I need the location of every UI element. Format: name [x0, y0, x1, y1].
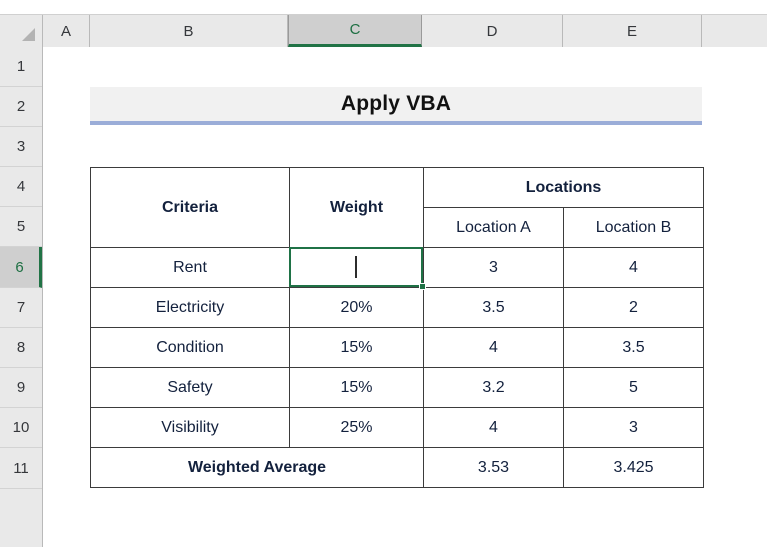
column-header-a-label: A — [60, 22, 71, 40]
column-header-e-label: E — [626, 22, 637, 40]
row-header-7[interactable]: 7 — [0, 288, 42, 328]
header-location-a[interactable]: Location A — [423, 207, 564, 248]
row-header-11[interactable]: 11 — [0, 448, 42, 489]
table-row: Safety 15% 3.2 5 — [90, 367, 704, 408]
table-row: Electricity 20% 3.5 2 — [90, 287, 704, 328]
column-header-b[interactable]: B — [90, 15, 288, 47]
row-header-4-label: 4 — [16, 178, 26, 195]
fill-handle[interactable] — [419, 283, 426, 290]
cell-location-b-visibility[interactable]: 3 — [563, 407, 704, 448]
row-header-bar: 1 2 3 4 5 6 7 8 9 10 11 — [0, 47, 43, 547]
header-weight[interactable]: Weight — [289, 167, 424, 248]
row-header-blank — [0, 489, 42, 547]
row-header-4[interactable]: 4 — [0, 167, 42, 207]
cell-weight-safety[interactable]: 15% — [289, 367, 424, 408]
page-title: Apply VBA — [340, 92, 452, 115]
row-header-8[interactable]: 8 — [0, 328, 42, 368]
row-header-9[interactable]: 9 — [0, 368, 42, 408]
column-header-a[interactable]: A — [43, 15, 90, 47]
cell-location-a-visibility[interactable]: 4 — [423, 407, 564, 448]
column-header-f[interactable] — [702, 15, 767, 47]
select-all-triangle-icon — [22, 28, 35, 41]
row-header-10-label: 10 — [12, 419, 30, 436]
header-criteria[interactable]: Criteria — [90, 167, 290, 248]
header-location-b[interactable]: Location B — [563, 207, 704, 248]
cell-location-a-rent[interactable]: 3 — [423, 247, 564, 288]
row-header-10[interactable]: 10 — [0, 408, 42, 448]
cell-weight-condition[interactable]: 15% — [289, 327, 424, 368]
data-table-container: Criteria Weight Locations Location A Loc… — [90, 167, 704, 494]
row-header-8-label: 8 — [16, 339, 26, 356]
table-row: Condition 15% 4 3.5 — [90, 327, 704, 368]
row-header-5-label: 5 — [16, 218, 26, 235]
row-header-5[interactable]: 5 — [0, 207, 42, 247]
title-banner: Apply VBA — [90, 87, 702, 125]
select-all-corner[interactable] — [0, 15, 43, 47]
table-row: Visibility 25% 4 3 — [90, 407, 704, 448]
cell-criteria-visibility[interactable]: Visibility — [90, 407, 290, 448]
cell-location-b-rent[interactable]: 4 — [563, 247, 704, 288]
cell-weighted-average-location-a[interactable]: 3.53 — [423, 447, 564, 488]
cell-criteria-safety[interactable]: Safety — [90, 367, 290, 408]
column-header-c[interactable]: C — [288, 15, 422, 47]
row-header-11-label: 11 — [13, 459, 29, 477]
cell-location-b-safety[interactable]: 5 — [563, 367, 704, 408]
cell-location-a-safety[interactable]: 3.2 — [423, 367, 564, 408]
row-header-2-label: 2 — [16, 98, 26, 115]
column-header-e[interactable]: E — [563, 15, 702, 47]
column-header-b-label: B — [183, 22, 194, 40]
cell-criteria-condition[interactable]: Condition — [90, 327, 290, 368]
column-header-d[interactable]: D — [422, 15, 563, 47]
row-header-9-label: 9 — [16, 379, 26, 396]
cell-location-b-electricity[interactable]: 2 — [563, 287, 704, 328]
cell-location-a-condition[interactable]: 4 — [423, 327, 564, 368]
row-header-7-label: 7 — [16, 299, 26, 316]
cell-location-a-electricity[interactable]: 3.5 — [423, 287, 564, 328]
cell-weighted-average-location-b[interactable]: 3.425 — [563, 447, 704, 488]
table-header-row-top: Criteria Weight Locations — [90, 167, 704, 248]
row-header-6-label: 6 — [15, 258, 24, 276]
row-header-1-label: 1 — [16, 58, 26, 75]
label-weighted-average[interactable]: Weighted Average — [90, 447, 424, 488]
selected-cell-c6[interactable] — [289, 247, 423, 287]
cell-weight-visibility[interactable]: 25% — [289, 407, 424, 448]
criteria-weighted-average-table: Criteria Weight Locations Location A Loc… — [90, 167, 704, 488]
header-locations[interactable]: Locations — [423, 167, 704, 208]
table-summary-row: Weighted Average 3.53 3.425 — [90, 447, 704, 488]
sheet-grid: Apply VBA Criteria Weight Locations Loca… — [44, 47, 767, 547]
cell-weight-electricity[interactable]: 20% — [289, 287, 424, 328]
excel-worksheet: A B C D E 1 2 3 4 5 6 7 8 9 10 11 Apply … — [0, 0, 767, 547]
cell-criteria-rent[interactable]: Rent — [90, 247, 290, 288]
row-header-3[interactable]: 3 — [0, 127, 42, 167]
text-cursor-caret — [355, 256, 357, 278]
column-header-d-label: D — [486, 22, 498, 40]
cell-criteria-electricity[interactable]: Electricity — [90, 287, 290, 328]
row-header-2[interactable]: 2 — [0, 87, 42, 127]
column-header-bar: A B C D E — [0, 14, 767, 47]
row-header-6[interactable]: 6 — [0, 247, 42, 288]
cell-location-b-condition[interactable]: 3.5 — [563, 327, 704, 368]
row-header-1[interactable]: 1 — [0, 47, 42, 87]
column-header-c-label: C — [349, 21, 361, 38]
row-header-3-label: 3 — [16, 138, 26, 155]
